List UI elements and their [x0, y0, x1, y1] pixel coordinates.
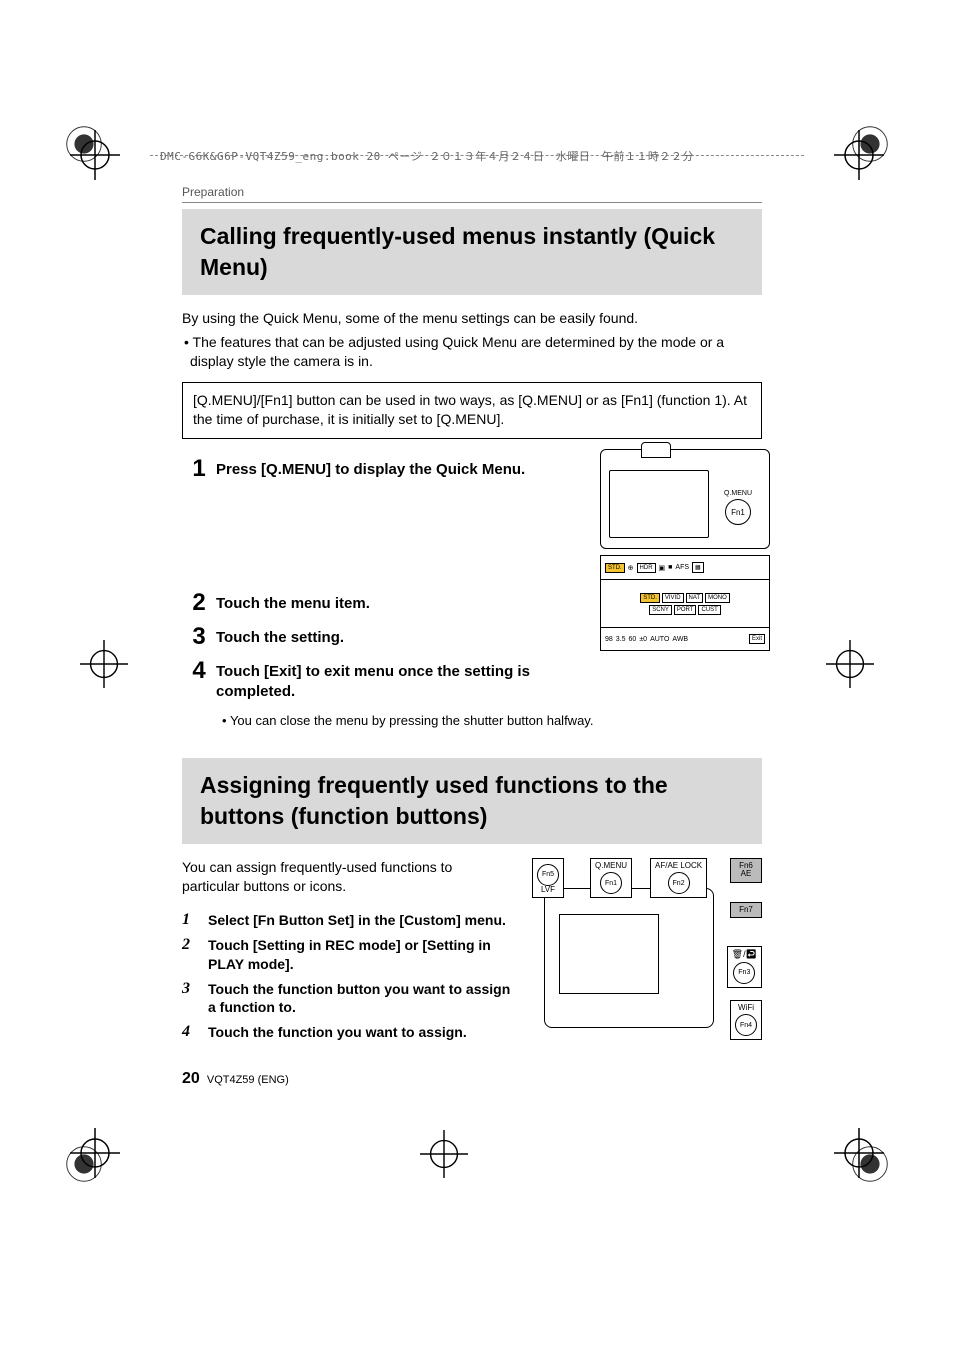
steps-quick-menu: Q.MENU Fn1 STD. ⊕ HDR ▣ ■ AFS ▦ STD.	[182, 457, 762, 728]
step-text: Touch the setting.	[216, 625, 556, 648]
substep-1: 1 Select [Fn Button Set] in the [Custom]…	[182, 911, 512, 930]
substep-3: 3 Touch the function button you want to …	[182, 980, 512, 1018]
step-number: 2	[182, 591, 216, 615]
crosshair-mark-icon	[834, 1128, 884, 1178]
crosshair-mark-icon	[70, 1128, 120, 1178]
crosshair-mark-icon	[80, 640, 128, 688]
fn7-callout: Fn7	[730, 902, 762, 919]
doc-code: VQT4Z59 (ENG)	[207, 1074, 289, 1086]
camera-back-illustration: Q.MENU Fn1	[600, 449, 770, 549]
fn4-callout: WiFi Fn4	[730, 1000, 762, 1041]
qmenu-row-top: STD. ⊕ HDR ▣ ■ AFS ▦	[601, 556, 769, 580]
fn6-callout: Fn6 AE	[730, 858, 762, 884]
step-text: Touch [Exit] to exit menu once the setti…	[216, 659, 556, 703]
step-text: Touch the menu item.	[216, 591, 556, 614]
fn-steps: 1 Select [Fn Button Set] in the [Custom]…	[182, 911, 512, 1042]
step-4: 4 Touch [Exit] to exit menu once the set…	[182, 659, 762, 703]
substep-2: 2 Touch [Setting in REC mode] or [Settin…	[182, 936, 512, 974]
qmenu-row-mid: STD. VIVID NAT MONO SCNY PORT CUST	[601, 580, 769, 628]
quick-menu-diagram: Q.MENU Fn1 STD. ⊕ HDR ▣ ■ AFS ▦ STD.	[600, 449, 770, 651]
page-content: Preparation Calling frequently-used menu…	[182, 130, 762, 1048]
heading2-text: Assigning frequently used functions to t…	[200, 770, 744, 832]
step-number: 4	[182, 659, 216, 683]
qmenu-row-bot: 98 3.5 60 ±0 AUTO AWB Exit	[601, 628, 769, 650]
crosshair-mark-icon	[420, 1130, 468, 1178]
fn-body-left: You can assign frequently-used functions…	[182, 858, 512, 1049]
camera-back-illustration	[544, 888, 714, 1028]
heading1-text: Calling frequently-used menus instantly …	[200, 221, 744, 283]
intro1: By using the Quick Menu, some of the men…	[182, 309, 762, 329]
qmenu-label: Q.MENU	[713, 490, 763, 497]
fn1-callout: Q.MENU Fn1	[590, 858, 632, 899]
heading-fn-buttons: Assigning frequently used functions to t…	[182, 758, 762, 844]
crosshair-mark-icon	[834, 130, 884, 180]
fn2-callout: AF/AE LOCK Fn2	[650, 858, 707, 899]
page-footer: 20 VQT4Z59 (ENG)	[182, 1070, 289, 1088]
crosshair-mark-icon	[70, 130, 120, 180]
quick-menu-screen: STD. ⊕ HDR ▣ ■ AFS ▦ STD. VIVID NAT MONO	[600, 555, 770, 651]
intro1-sub: The features that can be adjusted using …	[182, 333, 762, 372]
note-box: [Q.MENU]/[Fn1] button can be used in two…	[182, 382, 762, 439]
page-number: 20	[182, 1070, 200, 1087]
substep-4: 4 Touch the function you want to assign.	[182, 1023, 512, 1042]
fn-button-diagram: Fn5 LVF Q.MENU Fn1 AF/AE LOCK Fn2 Fn6 AE…	[532, 858, 762, 1038]
section-label: Preparation	[182, 185, 762, 203]
step-number: 3	[182, 625, 216, 649]
crosshair-mark-icon	[826, 640, 874, 688]
step-4-note: You can close the menu by pressing the s…	[222, 713, 762, 728]
heading-quick-menu: Calling frequently-used menus instantly …	[182, 209, 762, 295]
fn1-button-icon: Fn1	[725, 499, 751, 525]
fn3-callout: 🗑/↩ Fn3	[727, 946, 762, 988]
fn5-callout: Fn5 LVF	[532, 858, 564, 899]
step-number: 1	[182, 457, 216, 481]
step-text: Press [Q.MENU] to display the Quick Menu…	[216, 457, 556, 480]
intro2: You can assign frequently-used functions…	[182, 858, 512, 897]
